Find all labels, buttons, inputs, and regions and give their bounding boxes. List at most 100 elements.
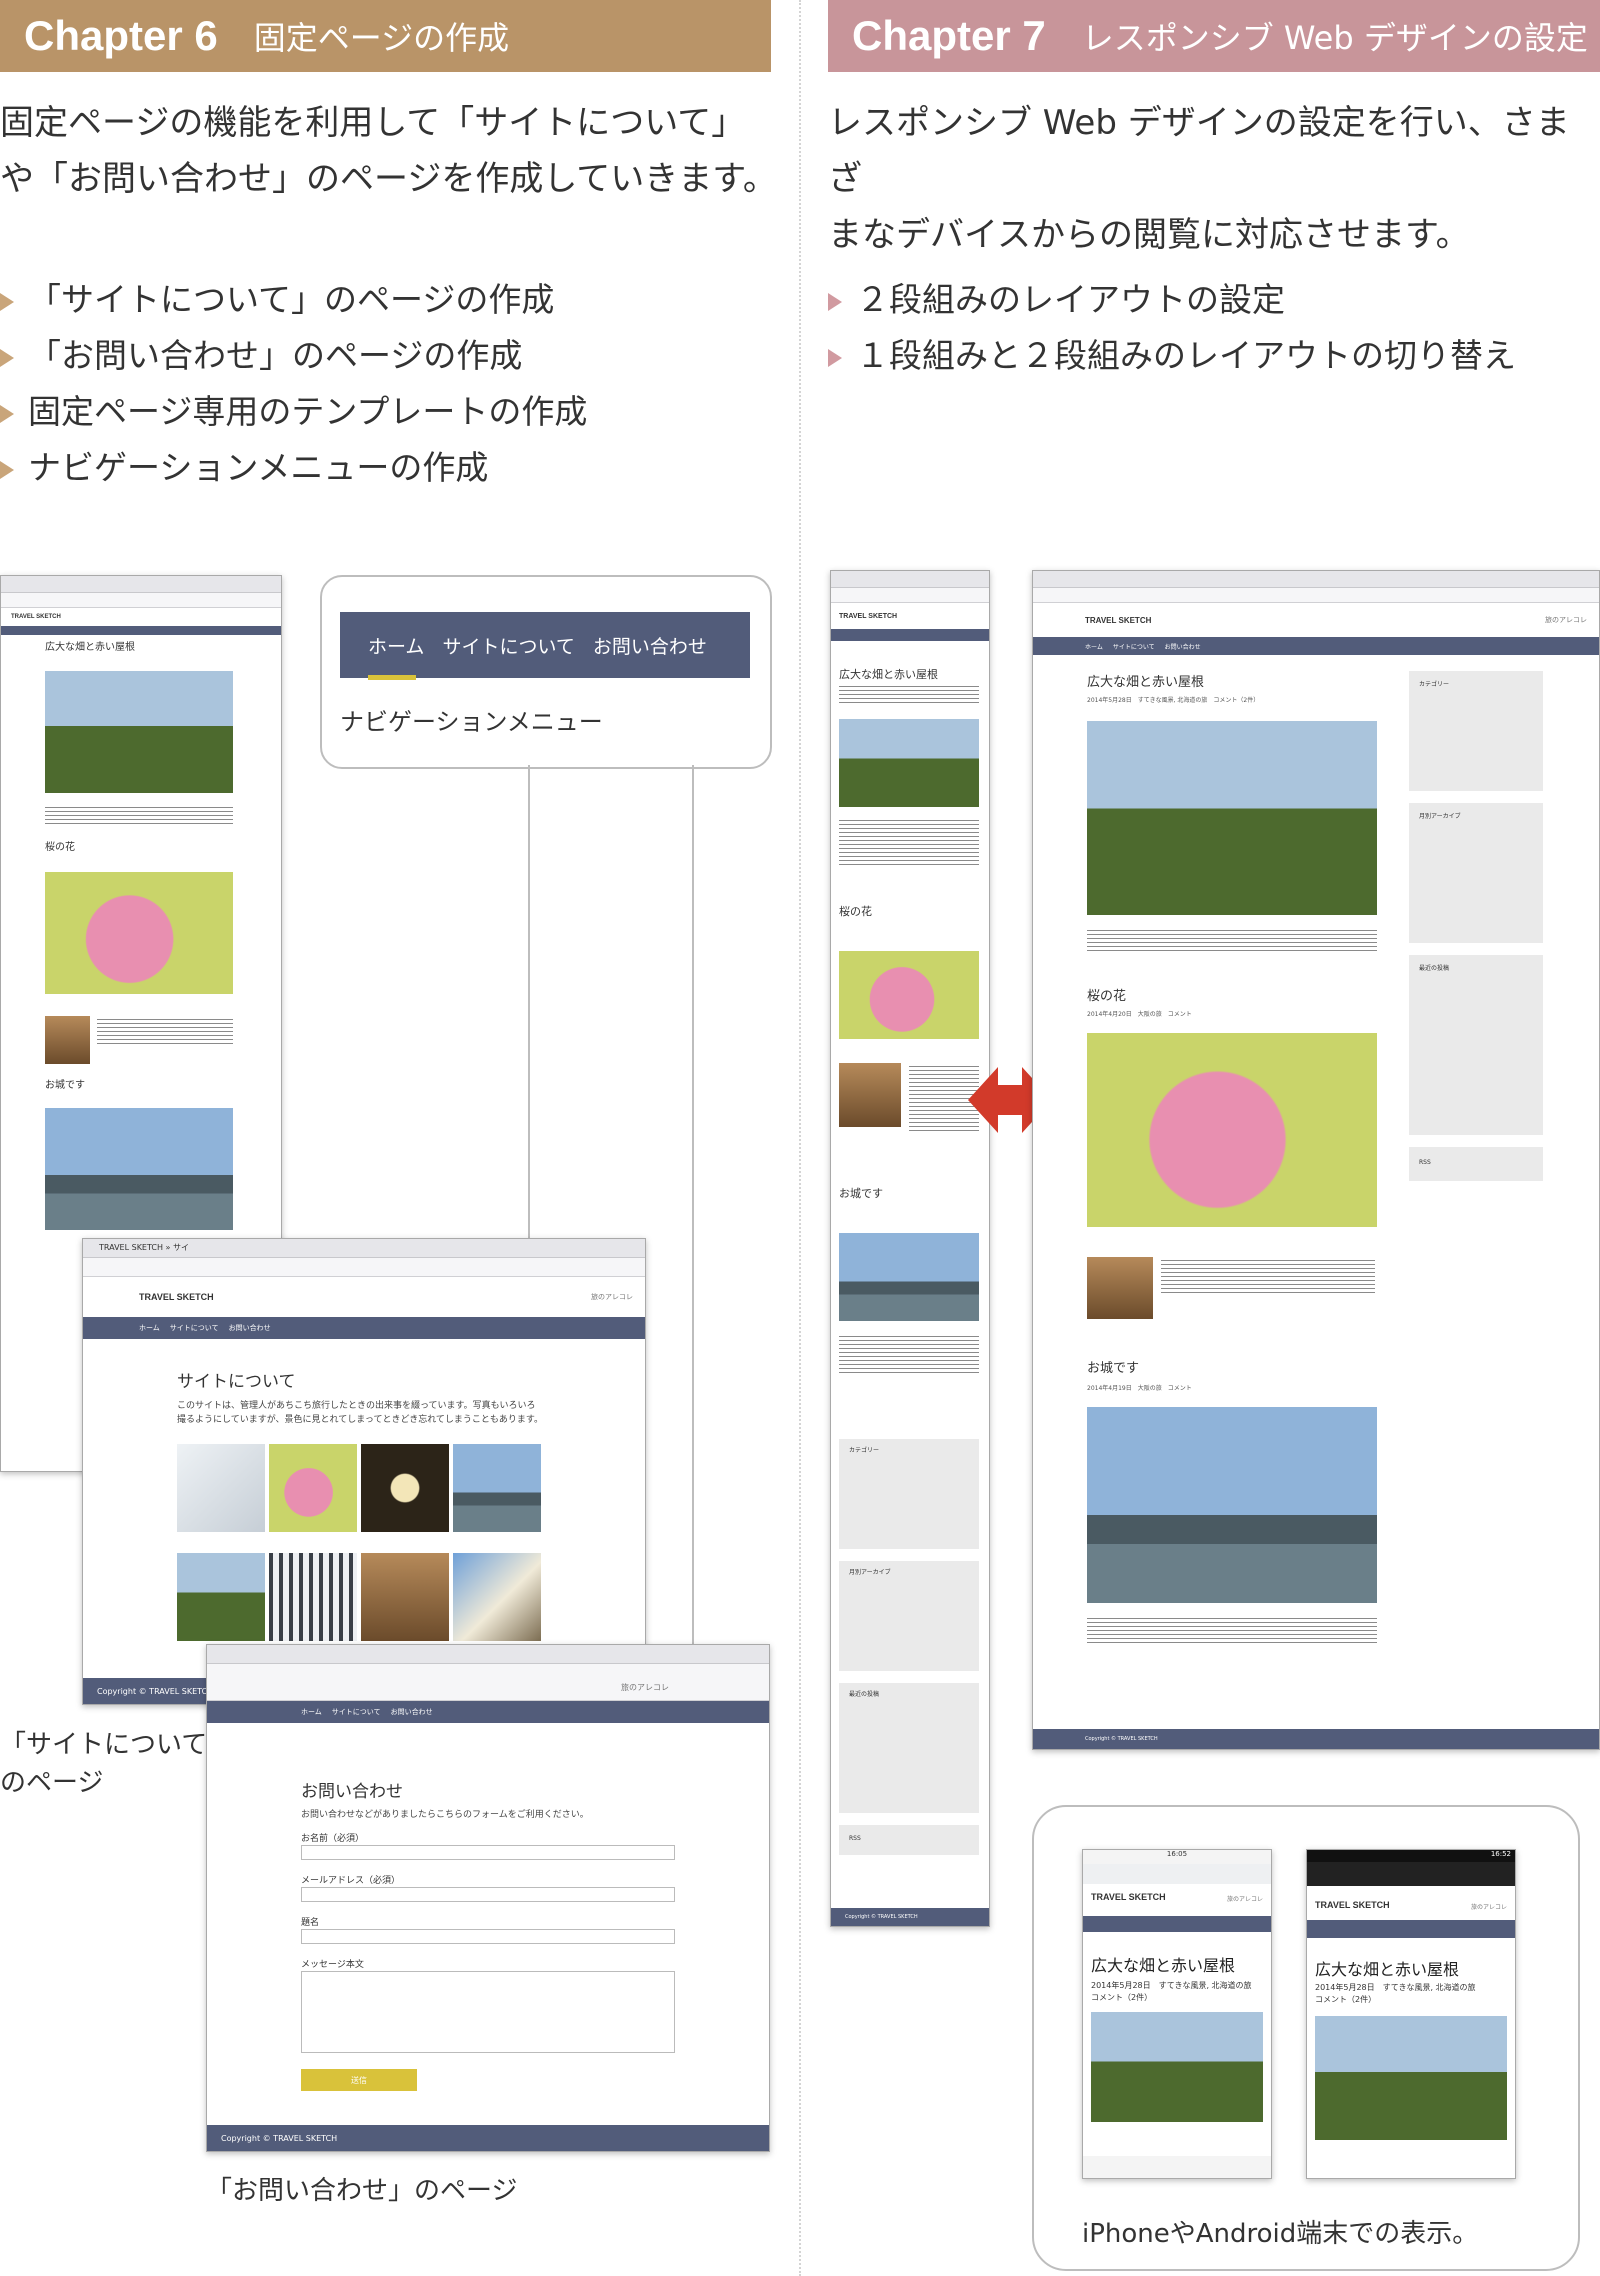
post-comments: コメント（2件） [1315,1995,1377,2004]
post-comments: コメント（2件） [1091,1993,1153,2002]
gallery-photo [177,1553,265,1641]
chapter7-intro-line: レスポンシブ Web デザインの設定を行い、さまざ [828,103,1570,199]
contact-title: お問い合わせ [301,1782,403,1802]
flower-photo [1087,1033,1377,1227]
sidebar-categories: カテゴリー [839,1439,979,1549]
contact-page-window: 旅のアレコレ ホーム サイトについて お問い合わせ お問い合わせ お問い合わせな… [206,1644,770,2152]
sidebar-archives: 月別アーカイブ [1409,803,1543,943]
post-text [839,1333,979,1373]
field-photo [1315,2016,1507,2140]
site-name: TRAVEL SKETCH [1085,615,1152,625]
nav-item-about: サイトについて [1112,643,1155,651]
subject-field[interactable] [301,1929,675,1944]
email-field[interactable] [301,1887,675,1902]
chapter7-title: レスポンシブ Web デザインの設定 [1081,19,1588,57]
mobile-caption: iPhoneやAndroid端末での表示。 [1082,2219,1479,2249]
triangle-icon [0,292,14,311]
post-title: 広大な畑と赤い屋根 [45,642,135,653]
post-text [839,817,979,867]
browser-tabbar [1033,571,1599,588]
browser-tabbar [1,576,281,593]
sidebar-rss: RSS [839,1825,979,1855]
castle-photo [839,1233,979,1321]
post-text [97,1016,233,1046]
about-caption: 「サイトについて」 のページ [0,1726,233,1802]
post-meta [839,683,979,705]
post-meta: 2014年5月28日 すてきな風景, 北海道の旅 [1315,1983,1476,1992]
sign-photo [1087,1257,1153,1319]
gallery-photo [453,1553,541,1641]
browser-urlbar: 旅のアレコレ [207,1664,769,1701]
site-name: TRAVEL SKETCH [139,1292,214,1302]
sidebar-rss: RSS [1409,1147,1543,1181]
nav-menu-zoom: ホーム サイトについて お問い合わせ [340,612,750,678]
about-body-line: 撮るようにしていますが、景色に見とれてしまってときどき忘れてしまうこともあります… [177,1415,544,1425]
castle-photo [45,1108,233,1230]
android-status-time: 16:52 [1307,1850,1515,1862]
sidebar-archives: 月別アーカイブ [839,1561,979,1671]
name-field[interactable] [301,1845,675,1860]
chapter6-intro-line: 固定ページの機能を利用して「サイトについて」 [0,103,746,143]
post-meta: 2014年5月28日 すてきな風景, 北海道の旅 コメント（2件） [1087,697,1260,704]
sign-photo [45,1016,90,1064]
site-name: TRAVEL SKETCH [1091,1892,1166,1902]
nav-item-about: サイトについて [331,1708,381,1716]
message-label: メッセージ本文 [301,1960,364,1970]
browser-urlbar [1033,588,1599,603]
sidebar-categories: カテゴリー [1409,671,1543,791]
chapter6-intro-line: や「お問い合わせ」のページを作成していきます。 [0,159,777,199]
browser-urlbar [83,1258,645,1277]
site-tagline: 旅のアレコレ [1226,1896,1263,1903]
nav-item-contact: お問い合わせ [390,1708,433,1716]
post-title: 広大な畑と赤い屋根 [1087,675,1205,690]
post-title: 広大な畑と赤い屋根 [1091,1956,1236,1975]
about-body-line: このサイトは、管理人があちこち旅行したときの出来事を綴っています。写真もいろいろ [177,1401,536,1411]
post-text [1087,1615,1377,1645]
triangle-icon [0,460,14,479]
browser-urlbar [1083,1864,1271,1884]
post-title: 桜の花 [1087,989,1127,1004]
message-field[interactable] [301,1971,675,2053]
post-text [1161,1257,1375,1293]
browser-tab: TRAVEL SKETCH » サイ [99,1243,189,1252]
post-text [1087,927,1377,951]
contact-caption: 「お問い合わせ」のページ [206,2176,518,2206]
post-meta: 2014年4月19日 大阪の旅 コメント [1087,1385,1192,1392]
nav-item-home: ホーム [368,635,425,658]
post-meta: 2014年5月28日 すてきな風景, 北海道の旅 [1091,1981,1252,1990]
flower-photo [839,951,979,1039]
post-title: 桜の花 [45,842,75,853]
post-title: 広大な畑と赤い屋根 [1315,1960,1460,1979]
site-header: TRAVEL SKETCH 旅のアレコレ [1033,603,1599,637]
nav-active-indicator [368,675,416,680]
submit-button[interactable]: 送信 [301,2069,417,2091]
post-title: 桜の花 [839,905,872,918]
bullet-item: ナビゲーションメニューの作成 [0,440,587,496]
post-title: お城です [1087,1361,1140,1376]
field-photo [1087,721,1377,915]
gallery-photo [177,1444,265,1532]
site-footer: Copyright © TRAVEL SKETCH [831,1908,989,1926]
callout-line [692,765,694,1645]
chapter7-intro: レスポンシブ Web デザインの設定を行い、さまざ まなデバイスからの閲覧に対応… [828,95,1600,263]
triangle-icon [0,348,14,367]
flower-photo [45,872,233,994]
sign-photo [839,1063,901,1127]
nav-item-contact: お問い合わせ [228,1324,271,1332]
browser-toolbar [1307,1862,1515,1886]
bullet-item: 「サイトについて」のページの作成 [0,272,587,328]
field-photo [45,671,233,793]
sidebar-recent: 最近の投稿 [1409,955,1543,1135]
narrow-layout-window: TRAVEL SKETCH 広大な畑と赤い屋根 桜の花 お城です カテゴリー 月… [830,570,990,1927]
chapter6-bullets: 「サイトについて」のページの作成 「お問い合わせ」のページの作成 固定ページ専用… [0,272,587,496]
site-nav [1,626,281,635]
nav-item-home: ホーム [139,1324,160,1332]
nav-menu-caption: ナビゲーションメニュー [340,708,603,736]
site-nav [1083,1916,1271,1932]
email-label: メールアドレス（必須） [301,1876,401,1886]
nav-item-about: サイトについて [442,635,575,658]
about-caption-line: 「サイトについて」 [0,1730,234,1760]
browser-urlbar [831,588,989,603]
nav-item-contact: お問い合わせ [592,635,707,658]
post-title: お城です [839,1187,883,1200]
